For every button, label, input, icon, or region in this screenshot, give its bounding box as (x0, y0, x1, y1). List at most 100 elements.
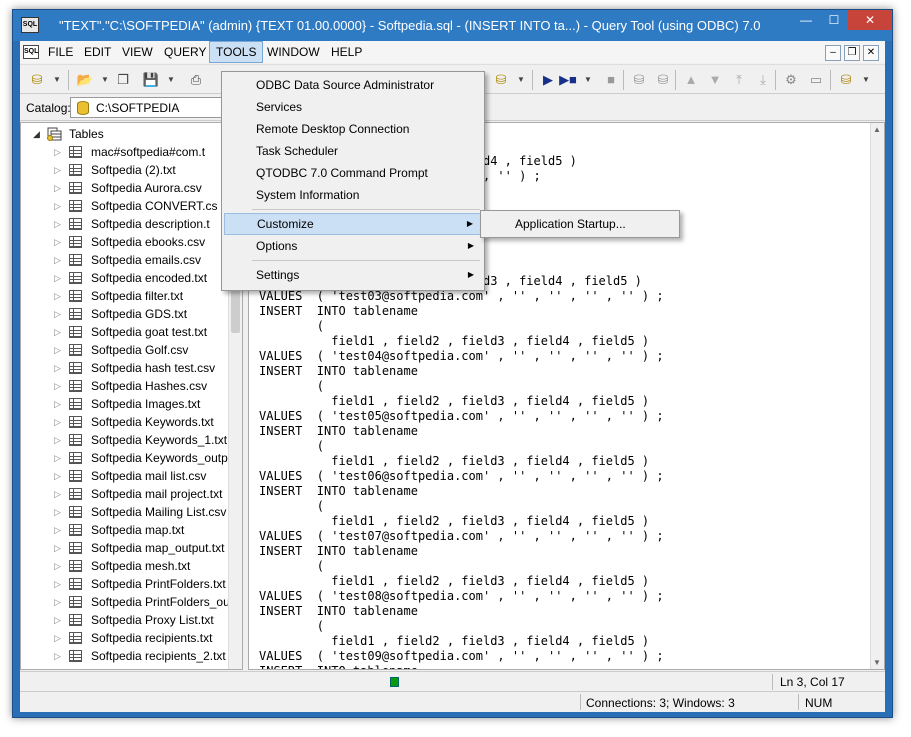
grid-dropdown-icon[interactable]: ▼ (855, 69, 877, 91)
menu-item-services[interactable]: Services (224, 96, 482, 118)
menu-window[interactable]: WINDOW (261, 41, 326, 63)
tree-item-table[interactable]: ▷ Softpedia Keywords_outpu (21, 449, 234, 467)
expand-arrow-icon[interactable]: ▷ (54, 593, 61, 611)
tree-item-table[interactable]: ▷ Softpedia emails.csv (21, 251, 229, 269)
expand-arrow-icon[interactable]: ▷ (54, 521, 61, 539)
expand-arrow-icon[interactable]: ▷ (54, 413, 61, 431)
tree-item-table[interactable]: ▷ Softpedia Golf.csv (21, 341, 229, 359)
menu-help[interactable]: HELP (325, 41, 368, 63)
close-button[interactable]: ✕ (848, 10, 892, 30)
expand-arrow-icon[interactable]: ▷ (54, 161, 61, 179)
connect-icon[interactable]: ⛁ (26, 69, 48, 91)
last-icon[interactable]: ⤓ (752, 69, 774, 91)
menu-item-settings[interactable]: Settings ▶ (224, 264, 482, 286)
tree-item-table[interactable]: ▷ mac#softpedia#com.t (21, 143, 229, 161)
run-icon[interactable]: ▶ (537, 69, 559, 91)
editor-scrollbar[interactable]: ▲ ▼ (870, 123, 884, 669)
down-arrow-icon[interactable]: ▼ (704, 69, 726, 91)
mdi-minimize-button[interactable]: – (825, 45, 841, 61)
expand-arrow-icon[interactable]: ▷ (54, 359, 61, 377)
menu-file[interactable]: FILE (42, 41, 79, 63)
tree-item-table[interactable]: ▷ Softpedia goat test.txt (21, 323, 229, 341)
tree-item-table[interactable]: ▷ Softpedia Keywords.txt (21, 413, 229, 431)
expand-arrow-icon[interactable]: ▷ (54, 629, 61, 647)
menu-query[interactable]: QUERY (158, 41, 212, 63)
menu-item-options[interactable]: Options ▶ (224, 235, 482, 257)
expand-arrow-icon[interactable]: ▷ (54, 143, 61, 161)
commit-icon[interactable]: ⛁ (628, 69, 650, 91)
scroll-up-icon[interactable]: ▲ (873, 125, 881, 134)
expand-arrow-icon[interactable]: ▷ (54, 233, 61, 251)
mdi-close-button[interactable]: ✕ (863, 45, 879, 61)
menu-item-remote-desktop[interactable]: Remote Desktop Connection (224, 118, 482, 140)
menu-edit[interactable]: EDIT (78, 41, 117, 63)
tree-item-table[interactable]: ▷ Softpedia encoded.txt (21, 269, 229, 287)
tree-item-table[interactable]: ▷ Softpedia Hashes.csv (21, 377, 229, 395)
maximize-button[interactable]: ☐ (820, 10, 848, 30)
tree-item-table[interactable]: ▷ Softpedia PrintFolders_out (21, 593, 233, 611)
expand-arrow-icon[interactable]: ▷ (54, 197, 61, 215)
tree-item-table[interactable]: ▷ Softpedia description.t (21, 215, 229, 233)
expand-arrow-icon[interactable]: ▷ (54, 341, 61, 359)
first-icon[interactable]: ⤒ (728, 69, 750, 91)
tree-item-table[interactable]: ▷ Softpedia mesh.txt (21, 557, 229, 575)
expand-arrow-icon[interactable]: ▷ (54, 647, 61, 665)
tree-item-table[interactable]: ▷ Softpedia map.txt (21, 521, 229, 539)
menu-item-system-information[interactable]: System Information (224, 184, 482, 206)
tree-item-table[interactable]: ▷ Softpedia (2).txt (21, 161, 229, 179)
expand-arrow-icon[interactable]: ▷ (54, 467, 61, 485)
tree-item-table[interactable]: ▷ Softpedia Keywords_1.txt (21, 431, 229, 449)
expand-arrow-icon[interactable]: ▷ (54, 431, 61, 449)
run-dropdown-icon[interactable]: ▼ (577, 69, 599, 91)
expand-arrow-icon[interactable]: ▷ (54, 395, 61, 413)
tree-item-table[interactable]: ▷ Softpedia filter.txt (21, 287, 229, 305)
stop-icon[interactable]: ■ (600, 69, 622, 91)
expand-arrow-icon[interactable]: ▷ (54, 323, 61, 341)
save-dropdown-icon[interactable]: ▼ (160, 69, 182, 91)
expand-arrow-icon[interactable]: ▷ (54, 503, 61, 521)
tree-item-table[interactable]: ▷ Softpedia Aurora.csv (21, 179, 229, 197)
tree-item-table[interactable]: ▷ Softpedia mail list.csv (21, 467, 229, 485)
tree-item-table[interactable]: ▷ Softpedia recipients_2.txt (21, 647, 229, 665)
panel-icon[interactable]: ▭ (805, 69, 827, 91)
menu-item-application-startup[interactable]: Application Startup... (483, 213, 677, 235)
save-icon[interactable]: 💾 (140, 69, 162, 91)
expand-arrow-icon[interactable]: ▷ (54, 485, 61, 503)
tree-item-table[interactable]: ▷ Softpedia Images.txt (21, 395, 229, 413)
expand-arrow-icon[interactable]: ▷ (54, 251, 61, 269)
tree-item-table[interactable]: ▷ Softpedia ebooks.csv (21, 233, 229, 251)
tree-item-table[interactable]: ▷ Softpedia recipients.txt (21, 629, 229, 647)
app-sql-icon[interactable]: SQL (21, 17, 39, 33)
tree-item-table[interactable]: ▷ Softpedia Mailing List.csv (21, 503, 229, 521)
expand-arrow-icon[interactable]: ▷ (54, 611, 61, 629)
tree-item-table[interactable]: ▷ Softpedia Proxy List.txt (21, 611, 229, 629)
copy-icon[interactable]: ❐ (112, 69, 134, 91)
settings-icon[interactable]: ⚙ (780, 69, 802, 91)
mdi-system-icon[interactable]: SQL (23, 45, 39, 59)
tree-item-table[interactable]: ▷ Softpedia map_output.txt (21, 539, 229, 557)
expand-arrow-icon[interactable]: ▷ (54, 269, 61, 287)
tree-item-table[interactable]: ▷ Softpedia mail project.txt (21, 485, 229, 503)
scroll-down-icon[interactable]: ▼ (873, 658, 881, 667)
expand-arrow-icon[interactable]: ▷ (54, 557, 61, 575)
print-icon[interactable]: ⎙ (185, 69, 207, 91)
expand-arrow-icon[interactable]: ▷ (54, 539, 61, 557)
tree-item-table[interactable]: ▷ Softpedia hash test.csv (21, 359, 229, 377)
collapse-arrow-icon[interactable]: ◢ (33, 125, 40, 143)
tree-item-table[interactable]: ▷ Softpedia PrintFolders.txt (21, 575, 229, 593)
expand-arrow-icon[interactable]: ▷ (54, 215, 61, 233)
tree-item-table[interactable]: ▷ Softpedia GDS.txt (21, 305, 229, 323)
mdi-restore-button[interactable]: ❐ (844, 45, 860, 61)
expand-arrow-icon[interactable]: ▷ (54, 287, 61, 305)
rollback-icon[interactable]: ⛁ (652, 69, 674, 91)
expand-arrow-icon[interactable]: ▷ (54, 179, 61, 197)
menu-view[interactable]: VIEW (116, 41, 159, 63)
up-arrow-icon[interactable]: ▲ (680, 69, 702, 91)
database-dropdown-icon[interactable]: ▼ (510, 69, 532, 91)
menu-item-customize[interactable]: Customize ▶ (224, 213, 482, 235)
open-folder-icon[interactable]: 📂 (74, 69, 96, 91)
tree-item-table[interactable]: ▷ Softpedia CONVERT.cs (21, 197, 229, 215)
expand-arrow-icon[interactable]: ▷ (54, 449, 61, 467)
run-to-file-icon[interactable]: ▶■ (557, 69, 579, 91)
expand-arrow-icon[interactable]: ▷ (54, 575, 61, 593)
